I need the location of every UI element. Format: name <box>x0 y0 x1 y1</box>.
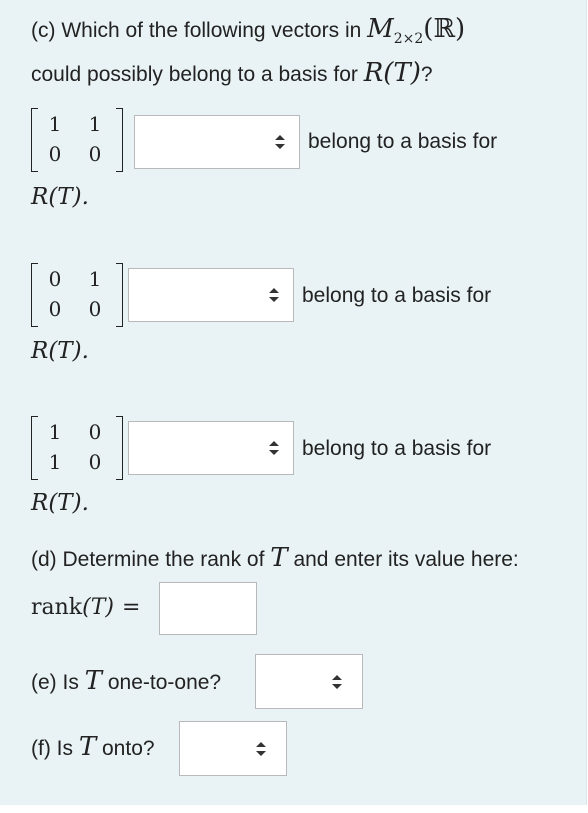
bracket-right <box>116 108 123 172</box>
updown-arrows-icon <box>269 288 279 302</box>
bracket-left <box>31 416 38 480</box>
basis-select-3[interactable] <box>128 421 294 475</box>
updown-arrows-icon <box>332 674 342 689</box>
T-symbol: T <box>270 543 288 573</box>
space-field: (ℝ) <box>423 14 466 44</box>
matrix-entry: 0 <box>88 450 102 474</box>
part-c-heading-line2: could possibly belong to a basis for R(T… <box>31 60 433 88</box>
item-2-suffix: belong to a basis for <box>302 284 492 307</box>
bracket-right <box>116 263 123 327</box>
matrix-entry: 1 <box>48 112 62 136</box>
one-to-one-select[interactable] <box>255 654 363 709</box>
space-subscript: 2×2 <box>393 31 424 47</box>
part-f-question: (f) Is T onto? <box>31 734 155 762</box>
matrix-entry: 1 <box>88 112 102 136</box>
matrix-entry: 0 <box>88 297 102 321</box>
matrix-entry: 1 <box>88 267 102 291</box>
item-1-suffix: belong to a basis for <box>308 130 498 153</box>
range-symbol: R(T) <box>363 58 421 88</box>
rank-arg: (T) <box>82 595 114 620</box>
part-d-text-a: (d) Determine the rank of <box>31 548 271 571</box>
rank-expression: rank(T) = <box>31 594 140 620</box>
question-mark: ? <box>420 63 433 86</box>
matrix-entry: 0 <box>88 420 102 444</box>
basis-select-1[interactable] <box>134 115 300 169</box>
bracket-right <box>116 416 123 480</box>
part-e-text-b: one-to-one? <box>102 671 222 694</box>
matrix-entry: 0 <box>48 142 62 166</box>
space-symbol: M <box>367 14 394 44</box>
matrix-1: 1 1 0 0 <box>31 108 123 172</box>
rank-label: rank <box>31 595 83 620</box>
part-d-text-b: and enter its value here: <box>287 548 519 571</box>
part-c-line2-text: could possibly belong to a basis for <box>31 63 364 86</box>
matrix-entry: 1 <box>48 450 62 474</box>
item-3-suffix: belong to a basis for <box>302 437 492 460</box>
part-f-text-a: (f) Is <box>31 737 79 760</box>
matrix-2: 0 1 0 0 <box>31 263 123 327</box>
part-c-prefix: (c) Which of the following vectors in <box>31 19 368 42</box>
matrix-entry: 0 <box>88 142 102 166</box>
part-e-text-a: (e) Is <box>31 671 85 694</box>
basis-select-2[interactable] <box>128 268 294 322</box>
updown-arrows-icon <box>269 441 279 455</box>
item-3-after: R(T). <box>31 490 89 516</box>
rank-input[interactable] <box>159 582 257 635</box>
matrix-entry: 0 <box>48 267 62 291</box>
T-symbol: T <box>78 732 97 762</box>
matrix-entry: 0 <box>48 297 62 321</box>
updown-arrows-icon <box>275 135 285 149</box>
equals-sign: = <box>121 595 141 620</box>
part-e-question: (e) Is T one-to-one? <box>31 668 221 696</box>
bracket-left <box>31 108 38 172</box>
item-2-after: R(T). <box>31 338 89 364</box>
part-d-question: (d) Determine the rank of T and enter it… <box>31 545 519 573</box>
updown-arrows-icon <box>256 741 266 756</box>
T-symbol: T <box>84 666 103 696</box>
part-f-text-b: onto? <box>96 737 155 760</box>
onto-select[interactable] <box>179 721 287 776</box>
bracket-left <box>31 263 38 327</box>
question-panel: (c) Which of the following vectors in M2… <box>0 0 587 805</box>
part-c-heading-line1: (c) Which of the following vectors in M2… <box>31 16 465 52</box>
matrix-entry: 1 <box>48 420 62 444</box>
matrix-3: 1 0 1 0 <box>31 416 123 480</box>
item-1-after: R(T). <box>31 184 89 210</box>
